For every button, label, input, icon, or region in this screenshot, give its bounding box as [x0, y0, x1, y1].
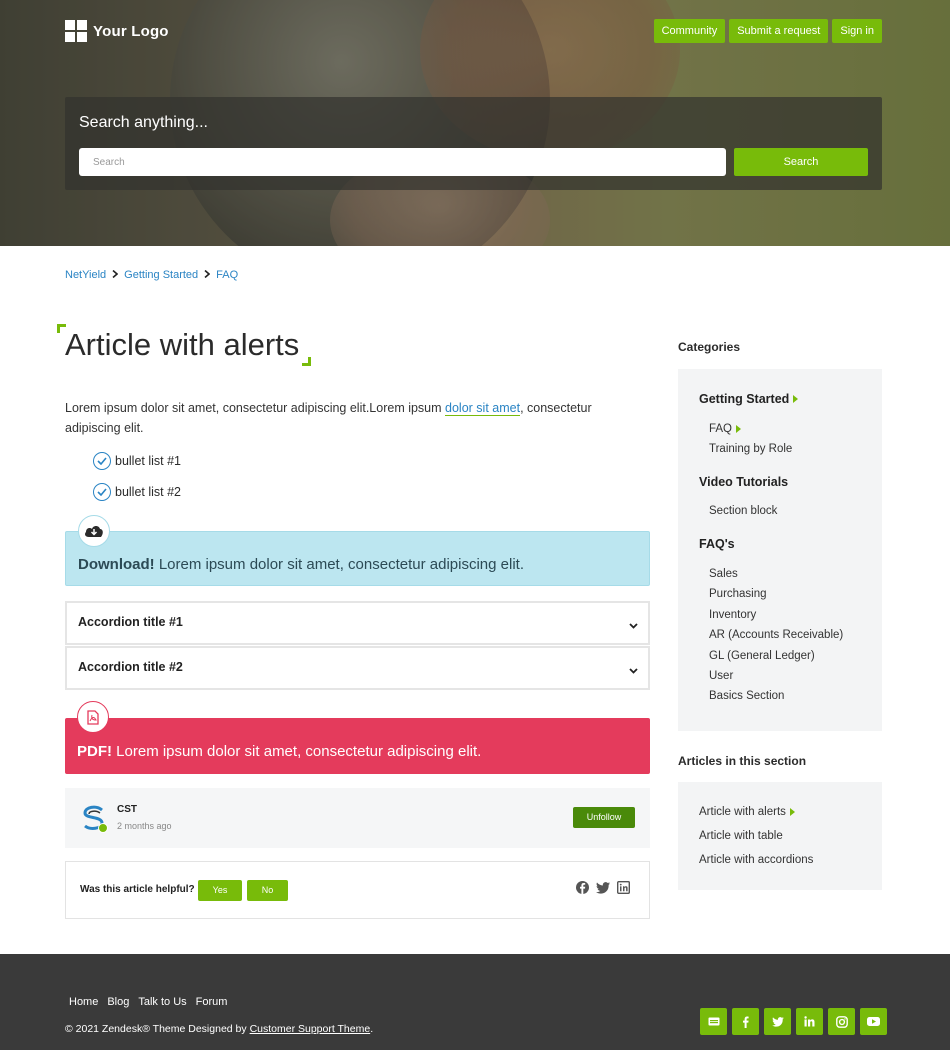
- social-links: [700, 1008, 887, 1035]
- sign-in-button[interactable]: Sign in: [832, 19, 882, 43]
- chevron-down-icon: [629, 661, 638, 679]
- list-item: bullet list #2: [93, 483, 181, 501]
- article-vote: Was this article helpful? Yes No: [65, 861, 650, 919]
- share-links: [576, 880, 631, 899]
- logo-icon: [65, 20, 87, 42]
- category-video-tutorials[interactable]: Video Tutorials: [699, 475, 788, 489]
- unfollow-button[interactable]: Unfollow: [573, 807, 635, 828]
- sidebar-item-gl[interactable]: GL (General Ledger): [709, 650, 815, 662]
- accordion-item[interactable]: Accordion title #2: [65, 646, 650, 690]
- chevron-right-icon: [204, 269, 211, 281]
- accordion-item[interactable]: Accordion title #1: [65, 601, 650, 645]
- footer-link-talk-to-us[interactable]: Talk to Us: [138, 996, 186, 1008]
- breadcrumb-netyield[interactable]: NetYield: [65, 269, 106, 281]
- breadcrumb-getting-started[interactable]: Getting Started: [124, 269, 198, 281]
- logo[interactable]: Your Logo: [65, 20, 169, 42]
- breadcrumb-faq[interactable]: FAQ: [216, 269, 238, 281]
- sidebar-item-user[interactable]: User: [709, 670, 733, 682]
- caret-right-icon: [736, 425, 742, 433]
- twitter-icon[interactable]: [764, 1008, 791, 1035]
- breadcrumb: NetYield Getting Started FAQ: [65, 269, 238, 281]
- submit-request-button[interactable]: Submit a request: [729, 19, 829, 43]
- article-link-alerts[interactable]: Article with alerts: [699, 806, 795, 818]
- sidebar-item-sales[interactable]: Sales: [709, 568, 738, 580]
- title-corner-decoration: [302, 357, 311, 366]
- cloud-download-icon: [78, 515, 110, 547]
- article-title: Article with alerts: [65, 327, 300, 362]
- author-name[interactable]: CST: [117, 804, 137, 815]
- twitter-icon[interactable]: [596, 881, 610, 899]
- sidebar-item-basics-section[interactable]: Basics Section: [709, 690, 784, 702]
- articles-heading: Articles in this section: [678, 754, 807, 768]
- caret-right-icon: [789, 808, 795, 816]
- articles-panel: Article with alerts Article with table A…: [678, 782, 882, 890]
- copyright-link[interactable]: Customer Support Theme: [250, 1023, 371, 1035]
- list-item: bullet list #1: [93, 452, 181, 470]
- facebook-icon[interactable]: [732, 1008, 759, 1035]
- community-button[interactable]: Community: [653, 19, 726, 43]
- search-input[interactable]: [79, 148, 726, 176]
- linkedin-icon[interactable]: [796, 1008, 823, 1035]
- facebook-icon[interactable]: [576, 881, 589, 899]
- author-timestamp: 2 months ago: [117, 821, 172, 831]
- sidebar-item-section-block[interactable]: Section block: [709, 505, 777, 517]
- categories-panel: Getting Started FAQ Training by Role Vid…: [678, 369, 882, 731]
- bullet-list: bullet list #1 bullet list #2: [93, 452, 181, 514]
- accordion-title: Accordion title #1: [78, 615, 183, 629]
- logo-text: Your Logo: [93, 22, 169, 40]
- categories-heading: Categories: [678, 340, 741, 354]
- inline-link[interactable]: dolor sit amet: [445, 401, 521, 416]
- category-getting-started[interactable]: Getting Started: [699, 392, 799, 406]
- chevron-right-icon: [112, 269, 119, 281]
- linkedin-icon[interactable]: [616, 880, 631, 899]
- vote-no-button[interactable]: No: [247, 880, 288, 901]
- footer-link-home[interactable]: Home: [69, 996, 98, 1008]
- article-body: Lorem ipsum dolor sit amet, consectetur …: [65, 401, 592, 435]
- download-alert: Download! Lorem ipsum dolor sit amet, co…: [65, 515, 650, 586]
- footer-link-forum[interactable]: Forum: [196, 996, 228, 1008]
- vote-yes-button[interactable]: Yes: [198, 880, 242, 901]
- article-link-table[interactable]: Article with table: [699, 830, 783, 842]
- search-panel: Search anything... Search: [65, 97, 882, 190]
- sidebar-item-faq[interactable]: FAQ: [709, 423, 742, 435]
- vote-question: Was this article helpful?: [80, 884, 195, 895]
- search-button[interactable]: Search: [734, 148, 868, 176]
- check-circle-icon: [93, 483, 111, 501]
- footer: Home Blog Talk to Us Forum © 2021 Zendes…: [0, 954, 950, 1050]
- chevron-down-icon: [629, 616, 638, 634]
- accordion-title: Accordion title #2: [78, 660, 183, 674]
- sidebar-item-training-by-role[interactable]: Training by Role: [709, 443, 792, 455]
- article-link-accordions[interactable]: Article with accordions: [699, 854, 813, 866]
- ticket-icon[interactable]: [700, 1008, 727, 1035]
- footer-link-blog[interactable]: Blog: [107, 996, 129, 1008]
- sidebar-item-ar[interactable]: AR (Accounts Receivable): [709, 629, 843, 641]
- hero-banner: Your Logo Community Submit a request Sig…: [0, 0, 950, 246]
- sidebar-item-inventory[interactable]: Inventory: [709, 609, 756, 621]
- search-title: Search anything...: [79, 114, 208, 131]
- user-badge-icon: [98, 823, 108, 833]
- caret-right-icon: [793, 395, 799, 403]
- author-box: CST 2 months ago Unfollow: [65, 788, 650, 848]
- top-nav: Community Submit a request Sign in: [653, 19, 882, 43]
- youtube-icon[interactable]: [860, 1008, 887, 1035]
- category-faqs[interactable]: FAQ's: [699, 537, 735, 551]
- pdf-file-icon: [77, 701, 109, 733]
- footer-nav: Home Blog Talk to Us Forum: [69, 996, 227, 1008]
- check-circle-icon: [93, 452, 111, 470]
- pdf-alert: PDF! Lorem ipsum dolor sit amet, consect…: [65, 701, 650, 774]
- instagram-icon[interactable]: [828, 1008, 855, 1035]
- copyright: © 2021 Zendesk® Theme Designed by Custom…: [65, 1023, 374, 1035]
- sidebar-item-purchasing[interactable]: Purchasing: [709, 588, 767, 600]
